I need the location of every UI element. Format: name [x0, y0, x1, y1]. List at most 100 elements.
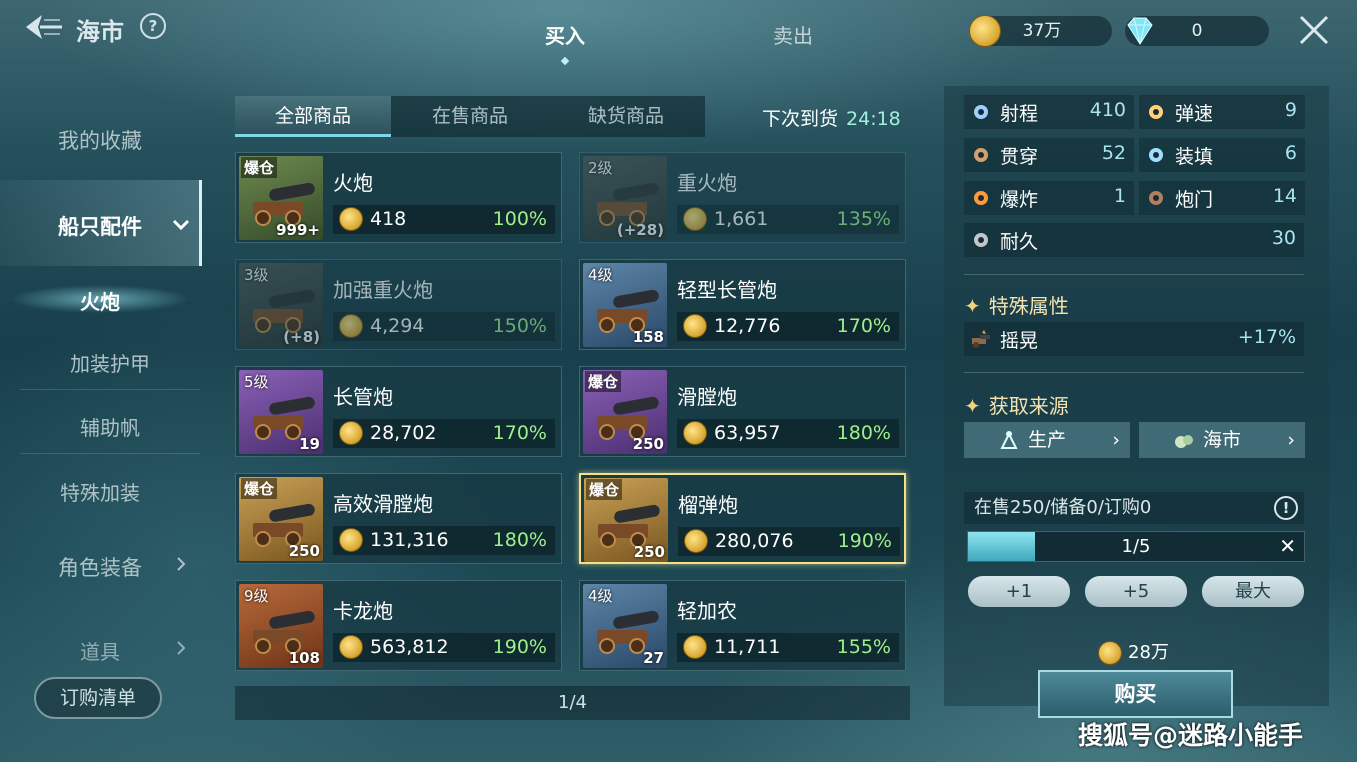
item-price: 11,711: [714, 636, 781, 658]
sidebar-item-character-equip[interactable]: 角色装备: [0, 552, 200, 582]
item-card[interactable]: 爆仓 999+ 火炮 418 100%: [235, 152, 562, 243]
item-quantity: 108: [288, 649, 320, 667]
gold-coin-icon: [683, 314, 707, 338]
quantity-slider[interactable]: 1/5 ✕: [967, 531, 1305, 562]
item-price-bar: 12,776 170%: [677, 312, 899, 341]
item-price-bar: 563,812 190%: [333, 633, 555, 662]
order-list-button[interactable]: 订购清单: [34, 677, 162, 719]
sidebar-item-cannon[interactable]: 火炮: [0, 286, 200, 315]
sidebar-item-armor[interactable]: 加装护甲: [20, 348, 200, 390]
help-icon[interactable]: ?: [140, 13, 166, 39]
sidebar-item-props[interactable]: 道具: [0, 636, 200, 665]
item-card[interactable]: 4级 158 轻型长管炮 12,776 170%: [579, 259, 906, 350]
gold-currency: 37万: [969, 15, 1112, 47]
item-card[interactable]: 4级 27 轻加农 11,711 155%: [579, 580, 906, 671]
special-attr-title-text: 特殊属性: [988, 294, 1069, 318]
stat-row: 贯穿 52: [964, 138, 1134, 172]
item-price-ratio: 190%: [492, 636, 547, 658]
sidebar-item-ship-parts[interactable]: 船只配件: [0, 211, 200, 241]
restock-time: 24:18: [846, 108, 901, 130]
stat-row: 射程 410: [964, 95, 1134, 129]
item-card[interactable]: 5级 19 长管炮 28,702 170%: [235, 366, 562, 457]
stat-value: 52: [1101, 142, 1126, 164]
special-attr-value: +17%: [1237, 326, 1296, 348]
watermark: 搜狐号@迷路小能手: [1078, 721, 1304, 750]
item-card[interactable]: 2级 (+28) 重火炮 1,661 135%: [579, 152, 906, 243]
stat-label: 耐久: [1000, 231, 1039, 253]
tab-all-items[interactable]: 全部商品: [235, 96, 391, 137]
item-quantity: 250: [288, 542, 320, 560]
item-thumbnail: 爆仓 250: [584, 478, 668, 562]
explosion-icon: [974, 191, 988, 205]
total-cost: 28万: [1098, 638, 1169, 665]
gold-coin-icon: [1098, 641, 1122, 665]
item-thumbnail: 爆仓 250: [239, 477, 323, 561]
item-name: 火炮: [333, 171, 373, 195]
production-icon: [1000, 431, 1018, 449]
filter-tabs: 全部商品 在售商品 缺货商品: [235, 96, 705, 137]
source-title-text: 获取来源: [988, 394, 1069, 418]
item-price-ratio: 100%: [492, 208, 547, 230]
info-icon[interactable]: !: [1274, 496, 1298, 520]
item-card[interactable]: 爆仓 250 榴弹炮 280,076 190%: [579, 473, 906, 564]
item-badge: 9级: [244, 587, 269, 605]
gold-coin-icon: [684, 529, 708, 553]
source-title: ✦ 获取来源: [964, 390, 1069, 419]
plus-one-button[interactable]: +1: [968, 576, 1070, 607]
max-button[interactable]: 最大: [1202, 576, 1304, 607]
stat-row: 耐久 30: [964, 223, 1304, 257]
gold-coin-icon: [683, 207, 707, 231]
item-quantity: 19: [299, 435, 320, 453]
sidebar-item-favorites[interactable]: 我的收藏: [0, 125, 200, 155]
stat-label: 爆炸: [1000, 189, 1039, 211]
item-card[interactable]: 爆仓 250 高效滑膛炮 131,316 180%: [235, 473, 562, 564]
source-production-button[interactable]: 生产 ›: [964, 422, 1130, 458]
tab-buy[interactable]: 买入: [505, 20, 625, 49]
stat-label: 炮门: [1175, 189, 1214, 211]
gold-coin-icon: [339, 421, 363, 445]
stat-row: 装填 6: [1139, 138, 1305, 172]
restock-label: 下次到货: [762, 108, 839, 130]
buy-button[interactable]: 购买: [1038, 670, 1233, 718]
source-production-label: 生产: [1027, 429, 1066, 451]
stat-label: 装填: [1175, 146, 1214, 168]
item-card[interactable]: 9级 108 卡龙炮 563,812 190%: [235, 580, 562, 671]
tab-sell[interactable]: 卖出: [733, 20, 853, 49]
total-cost-value: 28万: [1128, 642, 1169, 663]
sidebar-item-special[interactable]: 特殊加装: [0, 477, 200, 506]
item-badge: 爆仓: [241, 478, 278, 499]
item-thumbnail: 4级 27: [583, 584, 667, 668]
chevron-right-icon: [177, 557, 186, 571]
stat-row: 爆炸 1: [964, 181, 1134, 215]
source-market-button[interactable]: 海市 ›: [1139, 422, 1305, 458]
sidebar-item-label: 角色装备: [58, 556, 142, 580]
item-thumbnail: 4级 158: [583, 263, 667, 347]
stat-value: 6: [1284, 142, 1297, 164]
item-thumbnail: 9级 108: [239, 584, 323, 668]
item-price-ratio: 190%: [837, 530, 892, 552]
sidebar-item-label: 船只配件: [58, 215, 142, 239]
stock-info-text: 在售250/储备0/订购0: [974, 497, 1152, 518]
item-thumbnail: 2级 (+28): [583, 156, 667, 240]
back-arrow-icon[interactable]: [24, 12, 64, 42]
divider: [964, 372, 1304, 373]
sidebar-item-sail[interactable]: 辅助帆: [20, 412, 200, 454]
source-market-label: 海市: [1202, 429, 1241, 451]
gold-coin-icon: [339, 314, 363, 338]
close-icon[interactable]: [1298, 14, 1330, 46]
item-card[interactable]: 3级 (+8) 加强重火炮 4,294 150%: [235, 259, 562, 350]
item-price-bar: 28,702 170%: [333, 419, 555, 448]
item-quantity: 250: [632, 435, 664, 453]
item-thumbnail: 3级 (+8): [239, 263, 323, 347]
item-card[interactable]: 爆仓 250 滑膛炮 63,957 180%: [579, 366, 906, 457]
item-price-bar: 131,316 180%: [333, 526, 555, 555]
item-name: 长管炮: [333, 385, 393, 409]
plus-five-button[interactable]: +5: [1085, 576, 1187, 607]
page-indicator: 1/4: [235, 686, 910, 720]
clear-quantity-icon[interactable]: ✕: [1279, 532, 1296, 561]
item-price-bar: 1,661 135%: [677, 205, 899, 234]
tab-out-of-stock[interactable]: 缺货商品: [548, 96, 704, 137]
item-quantity: (+28): [616, 221, 664, 239]
item-badge: 3级: [244, 266, 269, 284]
tab-on-sale[interactable]: 在售商品: [392, 96, 548, 137]
